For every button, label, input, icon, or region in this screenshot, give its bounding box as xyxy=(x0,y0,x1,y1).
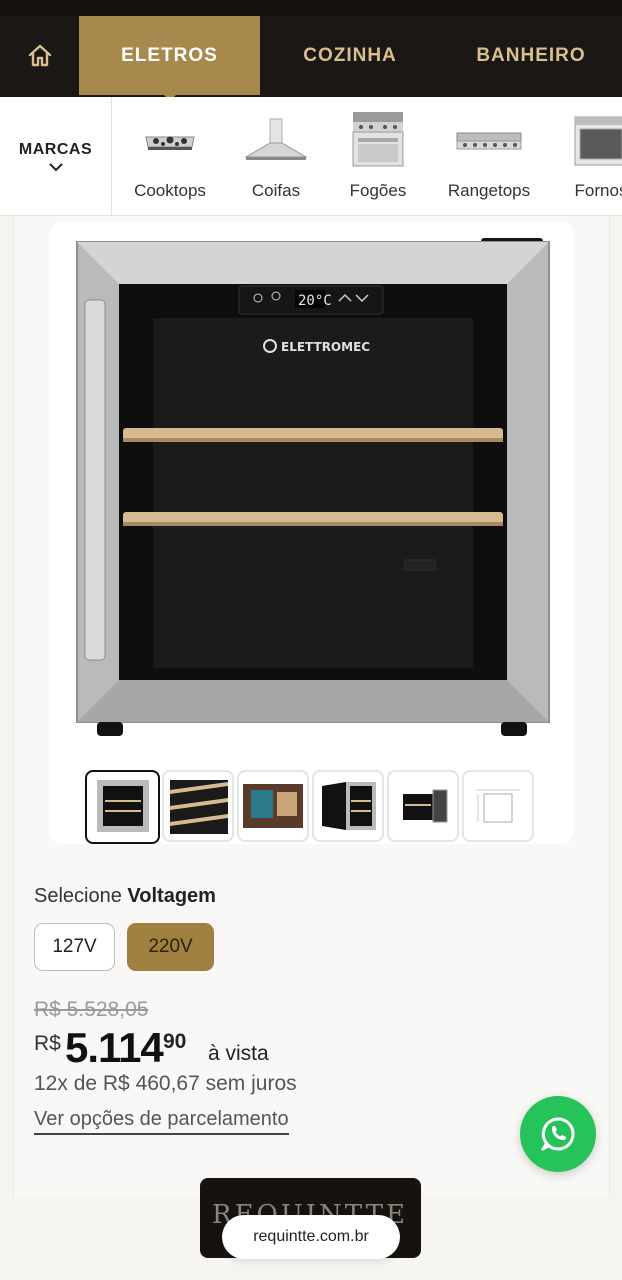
category-coifas[interactable]: Coifas xyxy=(236,97,316,215)
home-button[interactable] xyxy=(0,16,79,95)
category-label: Fogões xyxy=(349,181,407,200)
category-rangetops[interactable]: Rangetops xyxy=(440,97,538,215)
category-fogoes[interactable]: Fogões xyxy=(336,97,420,215)
thumbnail-1[interactable] xyxy=(85,770,160,844)
tab-banheiro[interactable]: BANHEIRO xyxy=(440,16,622,95)
cooktop-image xyxy=(142,109,198,171)
category-label: Coifas xyxy=(251,181,301,200)
chevron-down-icon xyxy=(48,163,63,172)
thumb-side-view xyxy=(322,782,376,830)
url-bar[interactable]: requintte.com.br xyxy=(222,1215,400,1259)
thumb-fridge-front xyxy=(97,780,149,832)
product-gallery[interactable]: 20°C ELETTROMEC xyxy=(49,222,574,844)
temperature-display: 20°C xyxy=(298,293,332,309)
price-integer: 5.114 xyxy=(65,1024,164,1071)
tab-eletros[interactable]: ELETROS xyxy=(79,16,260,101)
price-suffix: à vista xyxy=(208,1042,269,1065)
product-image: 20°C ELETTROMEC xyxy=(76,238,550,736)
tab-label: COZINHA xyxy=(303,44,397,66)
price-currency: R$ xyxy=(34,1032,61,1055)
voltage-label: Voltagem xyxy=(127,885,216,907)
installments-text: 12x de R$ 460,67 sem juros xyxy=(34,1072,297,1095)
whatsapp-icon xyxy=(541,1117,575,1151)
range-image xyxy=(350,109,406,171)
tab-label: BANHEIRO xyxy=(476,44,586,66)
brand-on-product: ELETTROMEC xyxy=(281,340,370,354)
top-nav: ELETROS COZINHA BANHEIRO xyxy=(0,0,622,101)
whatsapp-button[interactable] xyxy=(520,1096,596,1172)
thumbnail-6[interactable] xyxy=(462,770,534,842)
category-bar: MARCAS Cooktops Coifas Fogões Rangetops … xyxy=(0,97,622,216)
hood-image xyxy=(242,109,310,171)
category-label: Rangetops xyxy=(447,181,531,200)
voltage-title: Selecione Voltagem xyxy=(34,885,216,908)
thumbnail-4[interactable] xyxy=(312,770,384,842)
voltage-prefix: Selecione xyxy=(34,885,122,907)
category-label: Cooktops xyxy=(134,181,206,200)
voltage-220v-button[interactable]: 220V xyxy=(127,923,214,971)
home-icon xyxy=(28,44,51,66)
thumb-shelves xyxy=(170,780,228,834)
thumbnail-3[interactable] xyxy=(237,770,309,842)
thumb-dimensions xyxy=(476,789,520,823)
brands-dropdown[interactable]: MARCAS xyxy=(0,97,112,215)
brands-label: MARCAS xyxy=(18,141,93,158)
voltage-127v-button[interactable]: 127V xyxy=(34,923,115,971)
thumbnail-2[interactable] xyxy=(162,770,234,842)
thumb-door-open xyxy=(403,789,448,823)
old-price: R$ 5.528,05 xyxy=(34,998,149,1021)
price-cents: 90 xyxy=(163,1030,187,1053)
category-fornos[interactable]: Fornos xyxy=(566,97,622,215)
category-label: Fornos xyxy=(574,181,622,200)
installment-options-link[interactable]: Ver opções de parcelamento xyxy=(34,1108,289,1135)
tab-cozinha[interactable]: COZINHA xyxy=(260,16,440,95)
category-cooktops[interactable]: Cooktops xyxy=(122,97,218,215)
oven-image xyxy=(573,109,622,171)
thumb-ambient xyxy=(243,784,303,828)
thumbnail-5[interactable] xyxy=(387,770,459,842)
status-strip xyxy=(0,0,622,16)
rangetop-image xyxy=(455,109,523,171)
tab-label: ELETROS xyxy=(121,44,218,66)
